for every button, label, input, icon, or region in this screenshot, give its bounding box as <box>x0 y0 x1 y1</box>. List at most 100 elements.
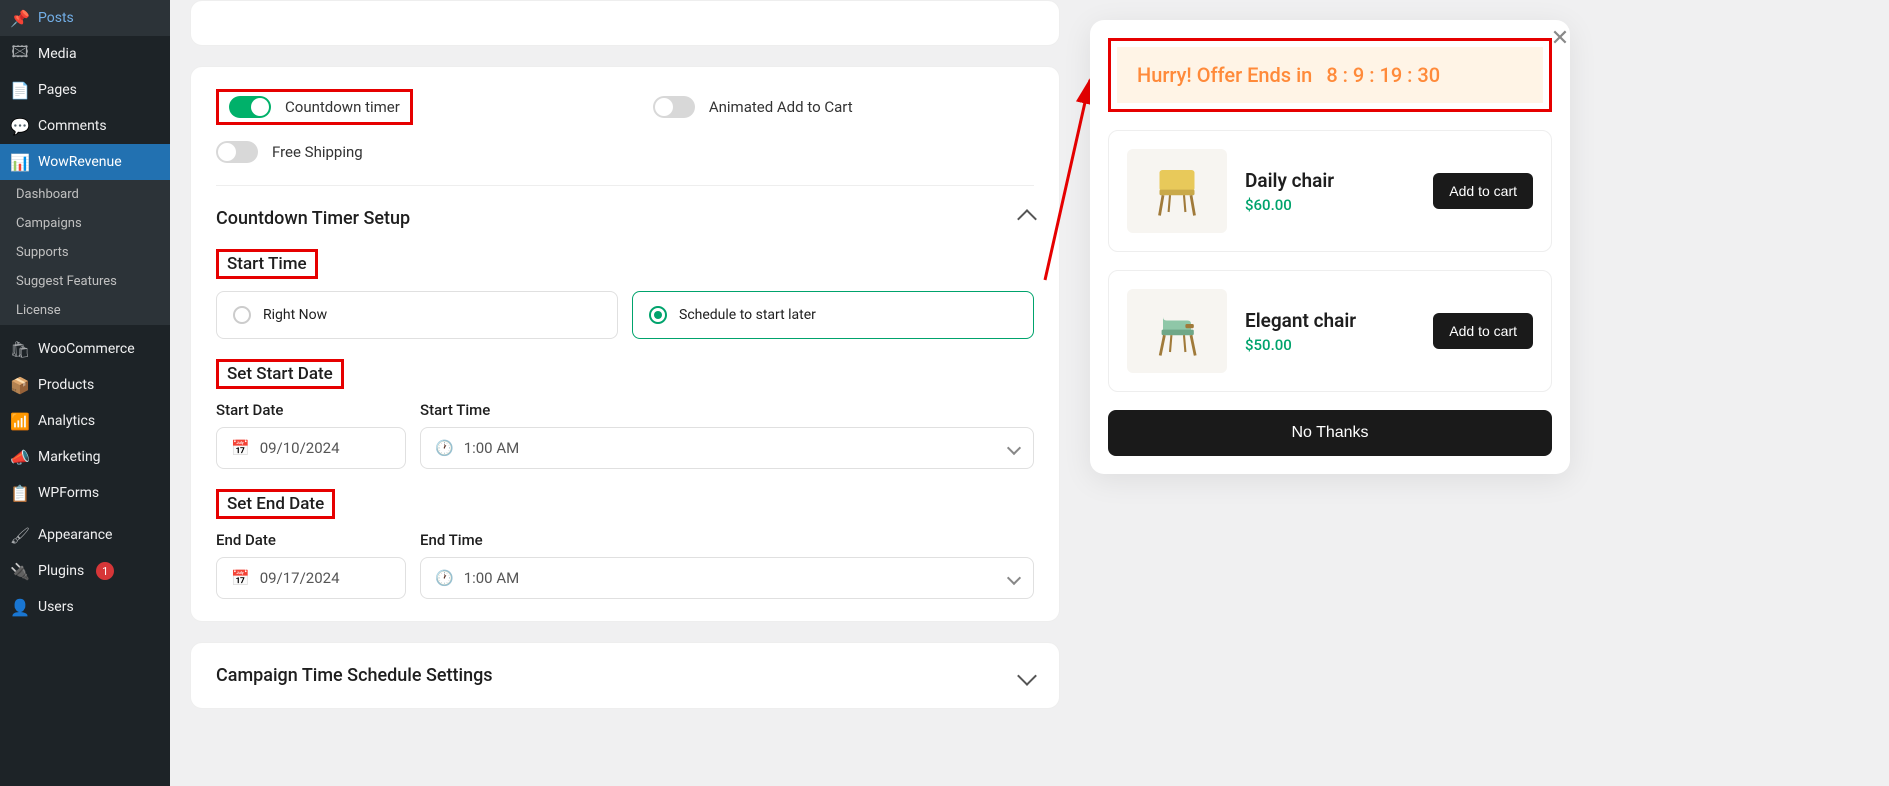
sidebar-item-comments[interactable]: 💬 Comments <box>0 108 170 144</box>
radio-label: Schedule to start later <box>679 307 816 323</box>
sidebar-item-users[interactable]: 👤 Users <box>0 589 170 625</box>
highlight-set-end-date: Set End Date <box>216 489 335 519</box>
no-thanks-button[interactable]: No Thanks <box>1108 410 1552 456</box>
submenu-suggest[interactable]: Suggest Features <box>0 267 170 296</box>
chevron-down-icon[interactable] <box>1017 666 1037 686</box>
sidebar-item-pages[interactable]: 📄Pages <box>0 72 170 108</box>
chevron-up-icon[interactable] <box>1017 209 1037 229</box>
hurry-text: Hurry! Offer Ends in <box>1137 63 1312 87</box>
free-shipping-label: Free Shipping <box>272 143 363 161</box>
highlight-countdown-banner: Hurry! Offer Ends in 8 : 9 : 19 : 30 <box>1108 38 1552 112</box>
brush-icon: 🖌 <box>10 525 30 545</box>
bars-icon: 📶 <box>10 411 30 431</box>
section-title: Countdown Timer Setup <box>216 208 410 229</box>
chair-icon <box>1142 156 1212 226</box>
schedule-settings-title: Campaign Time Schedule Settings <box>216 665 493 686</box>
user-icon: 👤 <box>10 597 30 617</box>
radio-label: Right Now <box>263 307 327 323</box>
add-to-cart-button[interactable]: Add to cart <box>1433 313 1533 349</box>
clock-icon: 🕐 <box>435 439 454 457</box>
free-shipping-toggle[interactable] <box>216 141 258 163</box>
start-time-select[interactable]: 🕐 1:00 AM <box>420 427 1034 469</box>
sidebar-item-label: Pages <box>38 82 77 98</box>
product-price: $50.00 <box>1245 336 1415 354</box>
calendar-icon: 📅 <box>231 439 250 457</box>
calendar-icon: 📅 <box>231 569 250 587</box>
product-card: Daily chair $60.00 Add to cart <box>1108 130 1552 252</box>
countdown-setup-header[interactable]: Countdown Timer Setup <box>216 208 1034 229</box>
megaphone-icon: 📣 <box>10 447 30 467</box>
form-icon: 📋 <box>10 483 30 503</box>
submenu-supports[interactable]: Supports <box>0 238 170 267</box>
plug-icon: 🔌 <box>10 561 30 581</box>
submenu-dashboard[interactable]: Dashboard <box>0 180 170 209</box>
close-icon[interactable]: ✕ <box>1548 26 1572 50</box>
sidebar-item-label: Users <box>38 599 74 615</box>
animated-cart-label: Animated Add to Cart <box>709 98 853 116</box>
radio-icon <box>649 306 667 324</box>
product-card: Elegant chair $50.00 Add to cart <box>1108 270 1552 392</box>
sidebar-item-label: WooCommerce <box>38 341 135 357</box>
end-time-label: End Time <box>420 531 1034 549</box>
product-price: $60.00 <box>1245 196 1415 214</box>
sidebar-item-label: Media <box>38 46 77 62</box>
chevron-down-icon <box>1007 441 1021 455</box>
sidebar-submenu: Dashboard Campaigns Supports Suggest Fea… <box>0 180 170 325</box>
end-time-select[interactable]: 🕐 1:00 AM <box>420 557 1034 599</box>
admin-sidebar: 📌 Posts 🖾 Media 📄Pages 💬 Comments 📊 WowReven… <box>0 0 170 786</box>
chevron-down-icon <box>1007 571 1021 585</box>
box-icon: 📦 <box>10 375 30 395</box>
sidebar-item-analytics[interactable]: 📶Analytics <box>0 403 170 439</box>
sidebar-item-label: Comments <box>38 118 107 134</box>
sidebar-item-label: WowRevenue <box>38 154 122 170</box>
sidebar-item-label: Posts <box>38 10 74 26</box>
add-to-cart-button[interactable]: Add to cart <box>1433 173 1533 209</box>
start-date-label: Start Date <box>216 401 406 419</box>
end-date-input[interactable]: 📅 09/17/2024 <box>216 557 406 599</box>
animated-cart-toggle[interactable] <box>653 96 695 118</box>
radio-right-now[interactable]: Right Now <box>216 291 618 339</box>
sidebar-item-label: Plugins <box>38 563 84 579</box>
radio-schedule-later[interactable]: Schedule to start later <box>632 291 1034 339</box>
submenu-campaigns[interactable]: Campaigns <box>0 209 170 238</box>
sidebar-item-marketing[interactable]: 📣 Marketing <box>0 439 170 475</box>
end-time-value: 1:00 AM <box>464 569 520 587</box>
media-icon: 🖾 <box>10 44 30 64</box>
sidebar-item-plugins[interactable]: 🔌 Plugins 1 <box>0 553 170 589</box>
sidebar-item-label: Products <box>38 377 94 393</box>
sidebar-item-posts[interactable]: 📌 Posts <box>0 0 170 36</box>
end-date-label: End Date <box>216 531 406 549</box>
sidebar-item-products[interactable]: 📦 Products <box>0 367 170 403</box>
countdown-toggle-label: Countdown timer <box>285 98 400 116</box>
campaign-schedule-card[interactable]: Campaign Time Schedule Settings <box>190 642 1060 709</box>
countdown-toggle[interactable] <box>229 96 271 118</box>
end-date-value: 09/17/2024 <box>260 569 340 587</box>
start-time-value: 1:00 AM <box>464 439 520 457</box>
product-image <box>1127 149 1227 233</box>
highlight-start-time: Start Time <box>216 249 318 279</box>
sidebar-item-woocommerce[interactable]: 🛍WooCommerce <box>0 331 170 367</box>
start-date-input[interactable]: 📅 09/10/2024 <box>216 427 406 469</box>
submenu-license[interactable]: License <box>0 296 170 325</box>
product-title: Elegant chair <box>1245 309 1415 332</box>
plugins-badge: 1 <box>96 562 114 580</box>
sidebar-item-wpforms[interactable]: 📋 WPForms <box>0 475 170 511</box>
pin-icon: 📌 <box>10 8 30 28</box>
start-date-value: 09/10/2024 <box>260 439 340 457</box>
clock-icon: 🕐 <box>435 569 454 587</box>
preview-panel: ✕ Hurry! Offer Ends in 8 : 9 : 19 : 30 <box>1090 20 1570 474</box>
highlight-set-start-date: Set Start Date <box>216 359 344 389</box>
highlight-countdown-toggle: Countdown timer <box>216 89 413 125</box>
start-time-label: Start Time <box>420 401 1034 419</box>
sidebar-item-media[interactable]: 🖾 Media <box>0 36 170 72</box>
sidebar-item-label: Marketing <box>38 449 101 465</box>
comment-icon: 💬 <box>10 116 30 136</box>
chart-icon: 📊 <box>10 152 30 172</box>
sidebar-item-appearance[interactable]: 🖌 Appearance <box>0 517 170 553</box>
product-title: Daily chair <box>1245 169 1415 192</box>
sidebar-item-wowrevenue[interactable]: 📊 WowRevenue <box>0 144 170 180</box>
sidebar-item-label: Appearance <box>38 527 112 543</box>
countdown-timer-value: 8 : 9 : 19 : 30 <box>1326 63 1440 87</box>
sidebar-item-label: WPForms <box>38 485 99 501</box>
product-image <box>1127 289 1227 373</box>
